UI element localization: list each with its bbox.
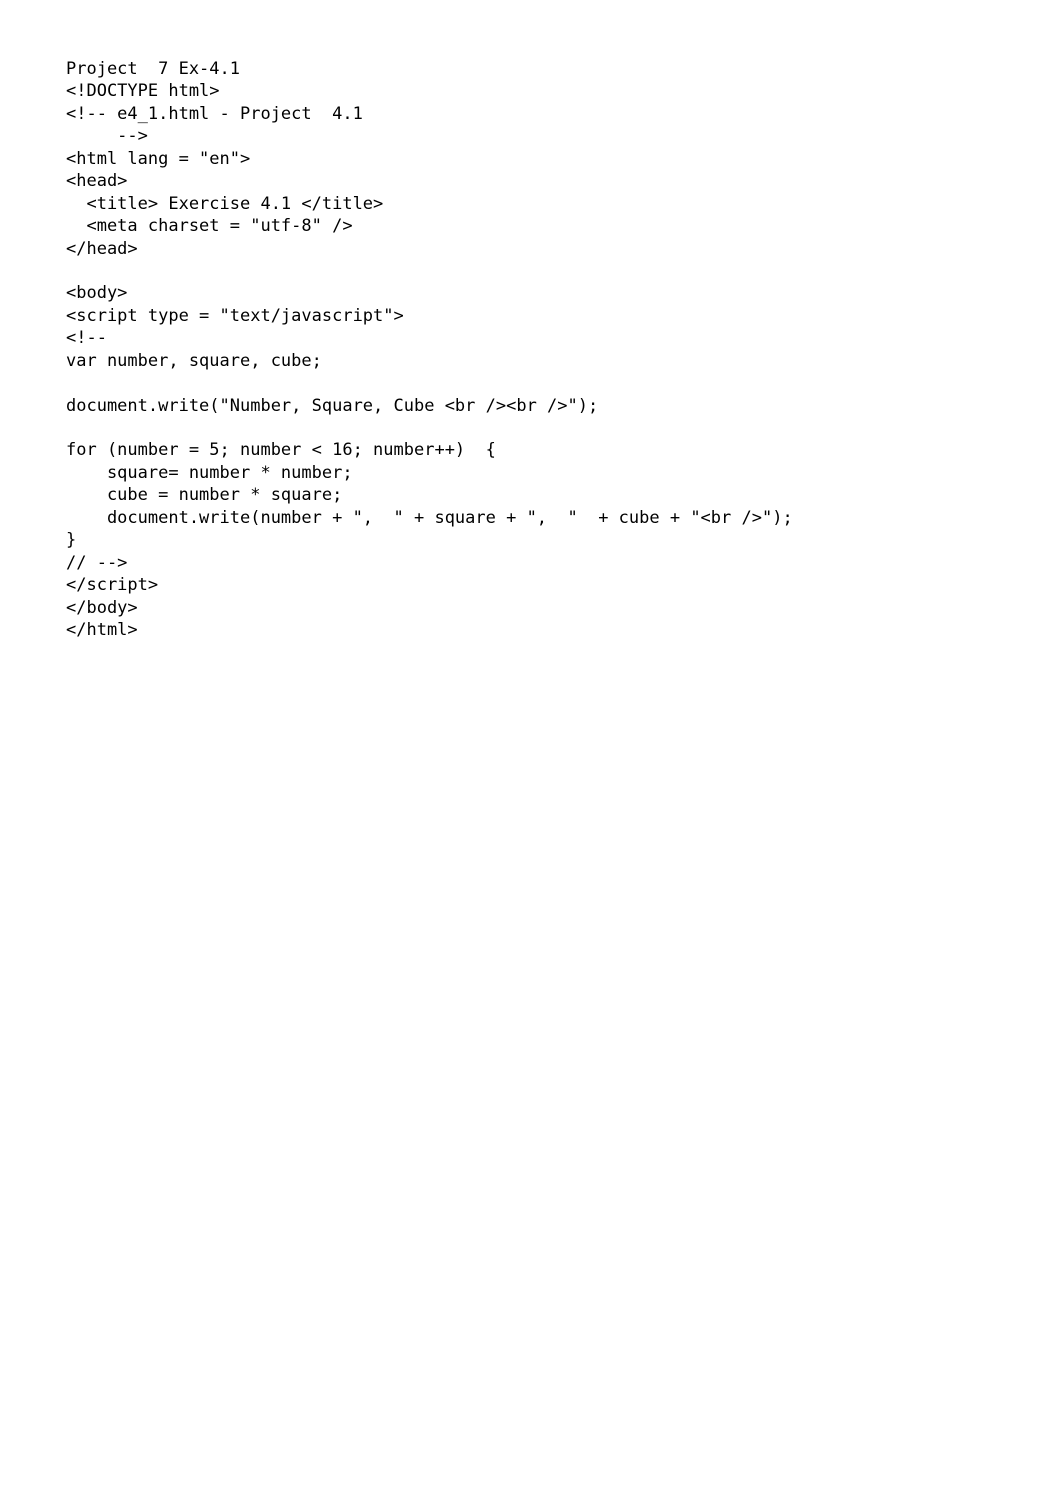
code-text: Project 7 Ex-4.1 <!DOCTYPE html> <!-- e4…: [66, 59, 793, 640]
code-document: Project 7 Ex-4.1 <!DOCTYPE html> <!-- e4…: [0, 0, 1062, 641]
